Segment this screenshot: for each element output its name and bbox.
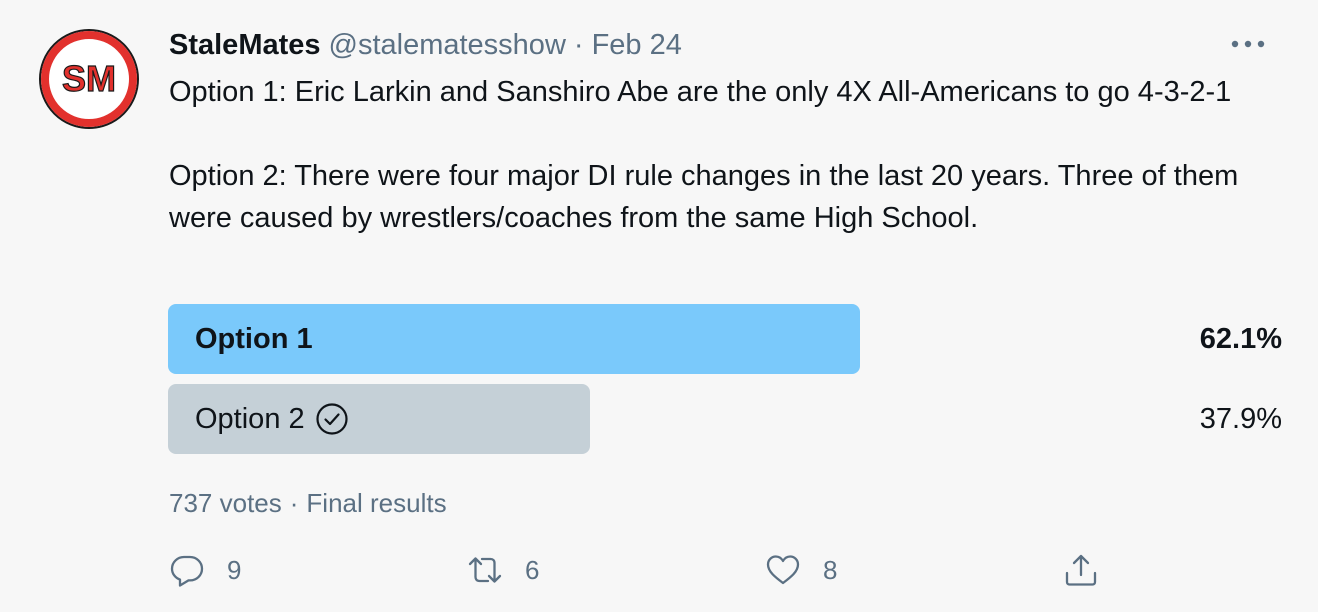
- like-button[interactable]: 8: [765, 548, 837, 592]
- tweet-actions: 9 6 8: [169, 548, 1279, 592]
- reply-count: 9: [227, 554, 242, 585]
- retweet-count: 6: [525, 554, 540, 585]
- poll-option-2: Option 2 37.9%: [168, 384, 1282, 454]
- more-horizontal-icon: [1231, 40, 1265, 48]
- poll: Option 1 62.1% Option 2 37.9%: [168, 304, 1282, 464]
- poll-option-1-percent: 62.1%: [1199, 322, 1282, 355]
- reply-button[interactable]: 9: [169, 548, 241, 592]
- poll-option-1: Option 1 62.1%: [168, 304, 1282, 374]
- poll-option-1-label: Option 1: [195, 322, 313, 355]
- stalemates-logo: SM: [39, 29, 139, 129]
- poll-status: Final results: [306, 487, 447, 518]
- tweet-date[interactable]: Feb 24: [592, 29, 682, 62]
- more-options-button[interactable]: [1230, 32, 1266, 56]
- tweet-text: Option 1: Eric Larkin and Sanshiro Abe a…: [169, 71, 1289, 239]
- poll-meta-separator: ·: [289, 487, 299, 518]
- heart-icon: [766, 555, 800, 585]
- avatar[interactable]: SM: [37, 27, 141, 131]
- share-icon: [1065, 554, 1097, 586]
- poll-meta: 737 votes · Final results: [169, 486, 447, 520]
- author-handle[interactable]: @stalematesshow: [329, 29, 566, 62]
- tweet-header: StaleMates @stalematesshow · Feb 24: [169, 26, 682, 64]
- like-count: 8: [823, 554, 838, 585]
- reply-icon: [170, 555, 204, 587]
- tweet-paragraph-2: Option 2: There were four major DI rule …: [169, 160, 1247, 234]
- check-circle-icon: [316, 403, 348, 435]
- poll-option-2-label: Option 2: [195, 384, 349, 454]
- svg-text:SM: SM: [62, 58, 116, 99]
- retweet-icon: [468, 557, 502, 583]
- tweet-paragraph-1: Option 1: Eric Larkin and Sanshiro Abe a…: [169, 76, 1232, 108]
- retweet-button[interactable]: 6: [467, 548, 539, 592]
- share-button[interactable]: [1063, 548, 1099, 592]
- poll-option-2-percent: 37.9%: [1199, 402, 1282, 435]
- poll-votes: 737 votes: [169, 487, 282, 518]
- header-separator: ·: [573, 28, 584, 61]
- author-name[interactable]: StaleMates: [169, 29, 321, 62]
